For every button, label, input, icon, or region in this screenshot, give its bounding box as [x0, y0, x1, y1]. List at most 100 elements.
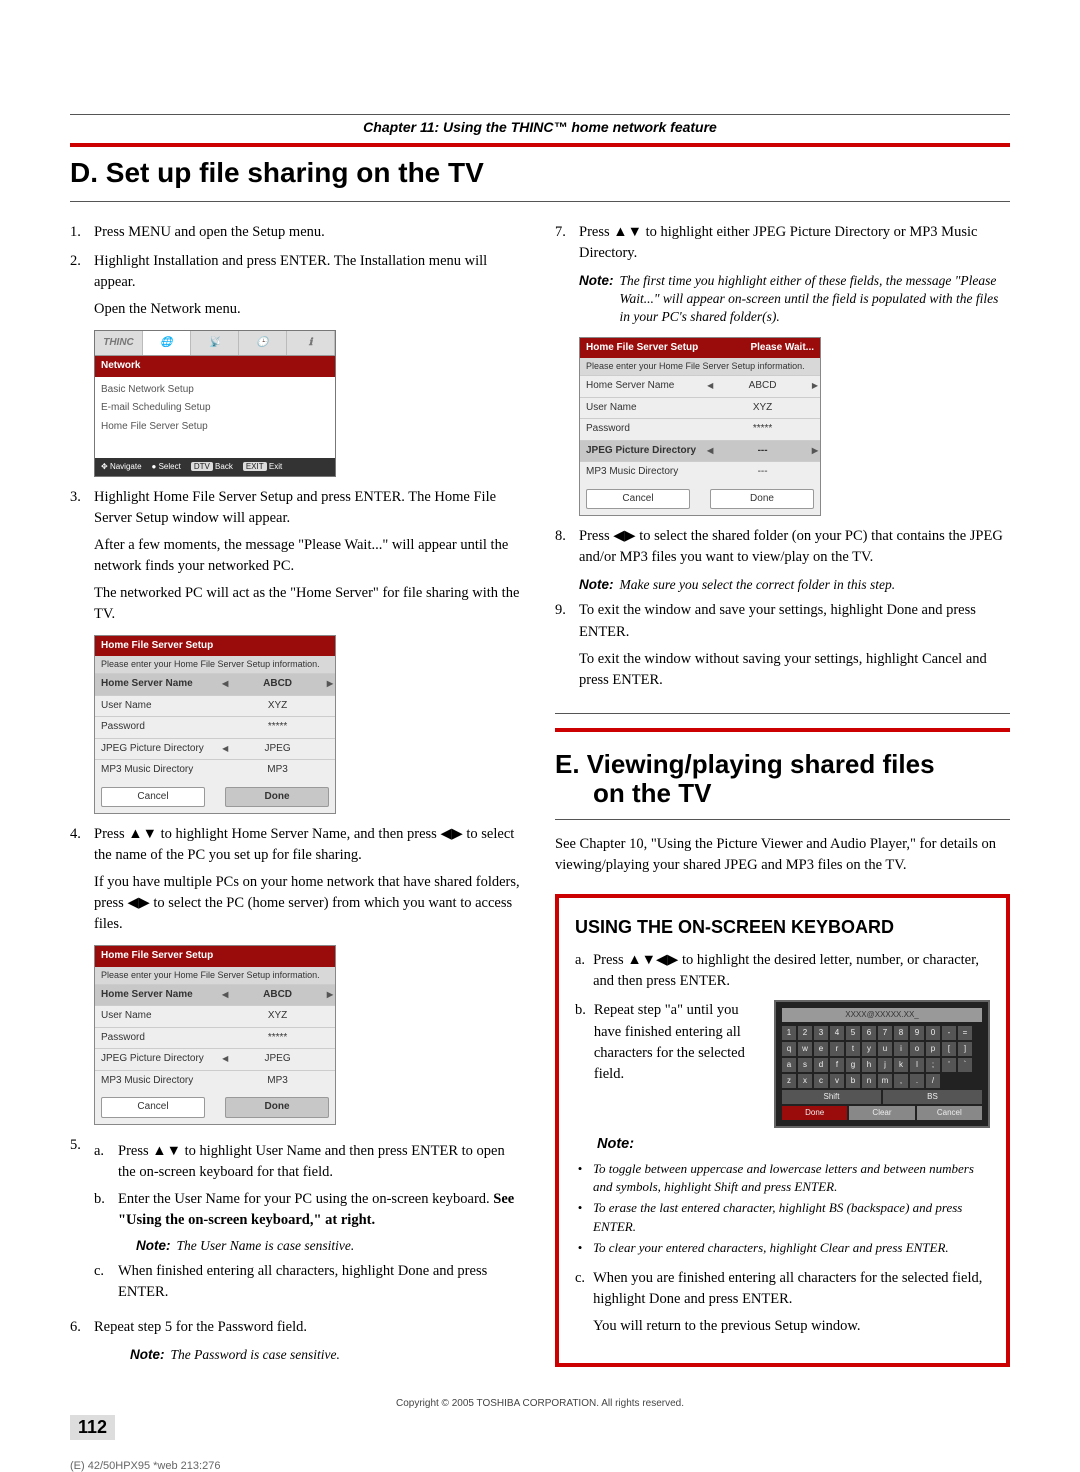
right-column: 7. Press ▲▼ to highlight either JPEG Pic…	[555, 216, 1010, 1368]
osk-key: t	[846, 1042, 860, 1056]
osk-key: `	[958, 1058, 972, 1072]
osk-key: s	[798, 1058, 812, 1072]
osk-key: 9	[910, 1026, 924, 1040]
cancel-button[interactable]: Cancel	[101, 1097, 205, 1118]
copyright-line: Copyright © 2005 TOSHIBA CORPORATION. Al…	[70, 1398, 1010, 1409]
osk-key: 0	[926, 1026, 940, 1040]
osk-key: m	[878, 1074, 892, 1088]
osk-key: k	[894, 1058, 908, 1072]
step-7: 7. Press ▲▼ to highlight either JPEG Pic…	[555, 222, 1010, 264]
red-rule-e	[555, 728, 1010, 732]
osk-key: a	[782, 1058, 796, 1072]
osk-key: 5	[846, 1026, 860, 1040]
osk-clear: Clear	[849, 1106, 914, 1120]
osk-display: XXXX@XXXXX.XX_	[782, 1008, 982, 1022]
left-right-arrows-icon: ◀▶	[440, 824, 462, 845]
osk-key: .	[910, 1074, 924, 1088]
section-e-paragraph: See Chapter 10, "Using the Picture Viewe…	[555, 834, 1010, 876]
red-rule-top	[70, 143, 1010, 147]
keyboard-box-title: USING THE ON-SCREEN KEYBOARD	[575, 914, 990, 940]
osk-key: u	[878, 1042, 892, 1056]
osk-key: q	[782, 1042, 796, 1056]
osk-key: v	[830, 1074, 844, 1088]
cancel-button[interactable]: Cancel	[101, 787, 205, 808]
osk-key: 6	[862, 1026, 876, 1040]
osk-key: x	[798, 1074, 812, 1088]
osk-key: 8	[894, 1026, 908, 1040]
four-way-arrows-icon: ▲▼◀▶	[627, 950, 678, 971]
osk-key: 3	[814, 1026, 828, 1040]
clock-icon: 🕒	[239, 331, 287, 355]
osk-key: b	[846, 1074, 860, 1088]
net-item-email: E-mail Scheduling Setup	[101, 399, 329, 418]
osk-key: -	[942, 1026, 956, 1040]
osk-key: [	[942, 1042, 956, 1056]
top-thin-rule	[70, 114, 1010, 115]
step-2: 2. Highlight Installation and press ENTE…	[70, 251, 525, 320]
osk-key: ;	[926, 1058, 940, 1072]
step-6: 6. Repeat step 5 for the Password field.	[70, 1317, 525, 1338]
chapter-title: Chapter 11: Using the THINC™ home networ…	[70, 119, 1010, 135]
hfs-panel-1: Home File Server Setup Please enter your…	[94, 635, 336, 815]
osk-key: h	[862, 1058, 876, 1072]
osk-key: e	[814, 1042, 828, 1056]
osk-key: i	[894, 1042, 908, 1056]
crop-mark-text: (E) 42/50HPX95 *web 213:276	[70, 1460, 220, 1472]
kbd-step-a: a. Press ▲▼◀▶ to highlight the desired l…	[575, 950, 990, 992]
kbd-step-c: c. When you are finished entering all ch…	[575, 1268, 990, 1337]
left-column: 1. Press MENU and open the Setup menu. 2…	[70, 216, 525, 1368]
step-1: 1. Press MENU and open the Setup menu.	[70, 222, 525, 243]
globe-icon: 🌐	[143, 331, 191, 355]
osk-key: 1	[782, 1026, 796, 1040]
osk-key: ]	[958, 1042, 972, 1056]
done-button[interactable]: Done	[710, 489, 814, 510]
step-5: 5. a.Press ▲▼ to highlight User Name and…	[70, 1135, 525, 1309]
osk-shift: Shift	[782, 1090, 881, 1104]
left-arrow-icon: ◀	[222, 678, 228, 690]
osk-key: f	[830, 1058, 844, 1072]
on-screen-keyboard-screenshot: XXXX@XXXXX.XX_ 1234567890-= qwertyuiop[]…	[774, 1000, 990, 1128]
osk-key: j	[878, 1058, 892, 1072]
done-button[interactable]: Done	[225, 1097, 329, 1118]
step-4: 4. Press ▲▼ to highlight Home Server Nam…	[70, 824, 525, 935]
section-d-heading: D. Set up file sharing on the TV	[70, 157, 1010, 189]
section-e-heading: E. Viewing/playing shared files on the T…	[555, 750, 1010, 810]
osk-key: 7	[878, 1026, 892, 1040]
step-8: 8. Press ◀▶ to select the shared folder …	[555, 526, 1010, 568]
osk-key: l	[910, 1058, 924, 1072]
net-item-basic: Basic Network Setup	[101, 381, 329, 400]
keyboard-callout-box: USING THE ON-SCREEN KEYBOARD a. Press ▲▼…	[555, 894, 1010, 1366]
osk-key: 2	[798, 1026, 812, 1040]
osk-key: z	[782, 1074, 796, 1088]
osk-key: r	[830, 1042, 844, 1056]
cancel-button[interactable]: Cancel	[586, 489, 690, 510]
done-button[interactable]: Done	[225, 787, 329, 808]
network-menu-screenshot: THINC 🌐 📡 🕒 ℹ︎ Network Basic Network Set…	[94, 330, 336, 477]
hfs-panel-wait: Home File Server SetupPlease Wait... Ple…	[579, 337, 821, 517]
step-9: 9. To exit the window and save your sett…	[555, 600, 1010, 690]
osk-key: ,	[894, 1074, 908, 1088]
network-section-title: Network	[95, 356, 335, 377]
info-icon: ℹ︎	[287, 331, 335, 355]
osk-key: g	[846, 1058, 860, 1072]
please-wait-label: Please Wait...	[750, 341, 814, 356]
osk-key: p	[926, 1042, 940, 1056]
osk-bs: BS	[883, 1090, 982, 1104]
step-3: 3. Highlight Home File Server Setup and …	[70, 487, 525, 625]
osk-key: y	[862, 1042, 876, 1056]
osk-key: =	[958, 1026, 972, 1040]
osk-key: '	[942, 1058, 956, 1072]
up-down-arrows-icon: ▲▼	[128, 824, 157, 845]
section-d-underline	[70, 201, 1010, 202]
osk-key: 4	[830, 1026, 844, 1040]
hfs-panel-2: Home File Server Setup Please enter your…	[94, 945, 336, 1125]
left-right-arrows-icon: ◀▶	[127, 893, 149, 914]
satellite-icon: 📡	[191, 331, 239, 355]
osk-key: /	[926, 1074, 940, 1088]
osk-key: c	[814, 1074, 828, 1088]
osk-cancel: Cancel	[917, 1106, 982, 1120]
kbd-step-b: b. Repeat step "a" until you have finish…	[575, 1000, 762, 1084]
osk-key: n	[862, 1074, 876, 1088]
osk-key: w	[798, 1042, 812, 1056]
page-number: 112	[70, 1415, 115, 1440]
